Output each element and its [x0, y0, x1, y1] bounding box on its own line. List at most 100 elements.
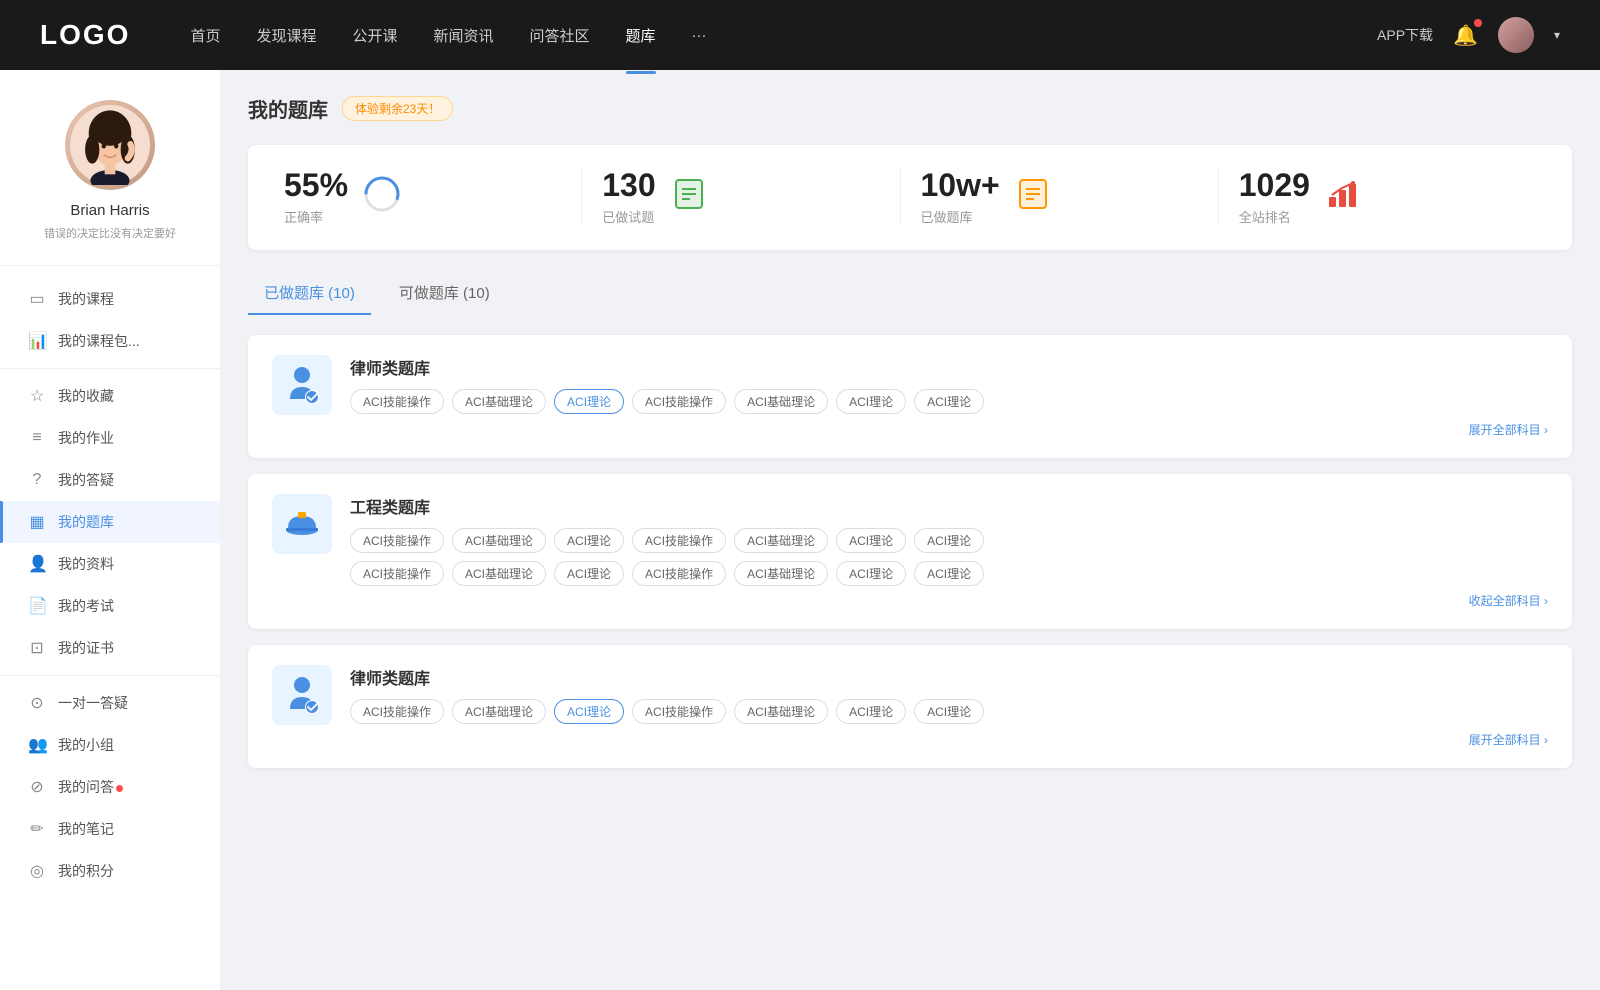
bank-info: 律师类题库 ACI技能操作 ACI基础理论 ACI理论 ACI技能操作 ACI基…	[350, 355, 1548, 414]
stat-rank-content: 1029 全站排名	[1239, 169, 1310, 226]
tag[interactable]: ACI技能操作	[632, 389, 726, 414]
tag[interactable]: ACI技能操作	[632, 561, 726, 586]
collapse-btn[interactable]: 收起全部科目 ›	[1469, 592, 1548, 609]
bank-card-header: 工程类题库 ACI技能操作 ACI基础理论 ACI理论 ACI技能操作 ACI基…	[272, 494, 1548, 586]
bank-icon: ▦	[28, 512, 46, 532]
sidebar-item-exam[interactable]: 📄 我的考试	[0, 585, 220, 627]
done-icon	[672, 177, 706, 218]
tag-active[interactable]: ACI理论	[554, 389, 624, 414]
tag[interactable]: ACI技能操作	[350, 561, 444, 586]
nav-discover[interactable]: 发现课程	[256, 21, 316, 50]
sidebar-item-tutoring[interactable]: ⊙ 一对一答疑	[0, 682, 220, 724]
sidebar-item-bank[interactable]: ▦ 我的题库	[0, 501, 220, 543]
tag[interactable]: ACI理论	[836, 561, 906, 586]
sidebar-item-label: 我的考试	[58, 596, 114, 616]
group-icon: 👥	[28, 735, 46, 755]
stat-rank: 1029 全站排名	[1219, 169, 1536, 226]
bank-card-footer: 展开全部科目 ›	[272, 731, 1548, 748]
tab-available-bank[interactable]: 可做题库 (10)	[383, 274, 506, 315]
tag[interactable]: ACI基础理论	[734, 561, 828, 586]
tag[interactable]: ACI技能操作	[350, 699, 444, 724]
page-header: 我的题库 体验剩余23天！	[248, 94, 1572, 123]
sidebar-item-label: 我的课程	[58, 289, 114, 309]
bank-card-lawyer-2: 律师类题库 ACI技能操作 ACI基础理论 ACI理论 ACI技能操作 ACI基…	[248, 645, 1572, 768]
sidebar-item-label: 我的证书	[58, 638, 114, 658]
tag[interactable]: ACI技能操作	[350, 389, 444, 414]
sidebar-item-label: 我的问答	[58, 777, 123, 797]
tag[interactable]: ACI理论	[554, 528, 624, 553]
bank-name: 律师类题库	[350, 355, 1548, 379]
expand-btn-2[interactable]: 展开全部科目 ›	[1469, 731, 1548, 748]
accuracy-icon	[364, 176, 400, 219]
tag[interactable]: ACI理论	[914, 699, 984, 724]
sidebar-item-label: 一对一答疑	[58, 693, 128, 713]
nav-bank[interactable]: 题库	[626, 21, 656, 50]
sidebar-item-questions[interactable]: ⊘ 我的问答	[0, 766, 220, 808]
notification-badge	[1474, 19, 1482, 27]
tag[interactable]: ACI基础理论	[452, 528, 546, 553]
tag[interactable]: ACI基础理论	[452, 389, 546, 414]
nav-more[interactable]: ···	[692, 23, 707, 48]
tag[interactable]: ACI理论	[836, 389, 906, 414]
tag[interactable]: ACI理论	[914, 528, 984, 553]
bank-tags-row2: ACI技能操作 ACI基础理论 ACI理论 ACI技能操作 ACI基础理论 AC…	[350, 561, 1548, 586]
sidebar-item-qa[interactable]: ? 我的答疑	[0, 459, 220, 501]
tag[interactable]: ACI技能操作	[632, 699, 726, 724]
sidebar-item-course[interactable]: ▭ 我的课程	[0, 278, 220, 320]
expand-btn[interactable]: 展开全部科目 ›	[1469, 421, 1548, 438]
sidebar-item-label: 我的题库	[58, 512, 114, 532]
tag[interactable]: ACI理论	[836, 699, 906, 724]
sidebar-item-cert[interactable]: ⊡ 我的证书	[0, 627, 220, 669]
tag[interactable]: ACI基础理论	[452, 561, 546, 586]
nav-news[interactable]: 新闻资讯	[434, 21, 494, 50]
stat-accuracy-content: 55% 正确率	[284, 169, 348, 226]
points-icon: ◎	[28, 861, 46, 881]
stat-label: 全站排名	[1239, 207, 1310, 226]
stat-done-content: 130 已做试题	[602, 169, 655, 226]
tab-done-bank[interactable]: 已做题库 (10)	[248, 274, 371, 315]
notes-icon: ✏	[28, 819, 46, 839]
tag[interactable]: ACI理论	[554, 561, 624, 586]
nav-qa[interactable]: 问答社区	[530, 21, 590, 50]
questions-icon: ⊘	[28, 777, 46, 797]
stat-done: 130 已做试题	[582, 169, 900, 226]
tag[interactable]: ACI基础理论	[452, 699, 546, 724]
bank-info: 工程类题库 ACI技能操作 ACI基础理论 ACI理论 ACI技能操作 ACI基…	[350, 494, 1548, 586]
stat-accuracy: 55% 正确率	[284, 169, 582, 226]
avatar[interactable]	[1498, 17, 1534, 53]
sidebar-item-course-pkg[interactable]: 📊 我的课程包...	[0, 320, 220, 362]
sidebar-item-homework[interactable]: ≡ 我的作业	[0, 417, 220, 459]
tag[interactable]: ACI基础理论	[734, 699, 828, 724]
sidebar-item-favorites[interactable]: ☆ 我的收藏	[0, 375, 220, 417]
stat-value: 55%	[284, 169, 348, 201]
tag[interactable]: ACI基础理论	[734, 528, 828, 553]
tag[interactable]: ACI理论	[836, 528, 906, 553]
tag[interactable]: ACI理论	[914, 389, 984, 414]
tag[interactable]: ACI技能操作	[350, 528, 444, 553]
sidebar-item-label: 我的小组	[58, 735, 114, 755]
bank-info: 律师类题库 ACI技能操作 ACI基础理论 ACI理论 ACI技能操作 ACI基…	[350, 665, 1548, 724]
stat-bank-done-content: 10w+ 已做题库	[921, 169, 1000, 226]
tag[interactable]: ACI理论	[914, 561, 984, 586]
sidebar-item-group[interactable]: 👥 我的小组	[0, 724, 220, 766]
app-download-btn[interactable]: APP下载	[1377, 25, 1433, 45]
bank-tags: ACI技能操作 ACI基础理论 ACI理论 ACI技能操作 ACI基础理论 AC…	[350, 699, 1548, 724]
nav-open[interactable]: 公开课	[352, 21, 397, 50]
nav-home[interactable]: 首页	[190, 21, 220, 50]
stat-label: 已做题库	[921, 207, 1000, 226]
sidebar-item-notes[interactable]: ✏ 我的笔记	[0, 808, 220, 850]
trial-badge[interactable]: 体验剩余23天！	[342, 96, 453, 121]
navbar-right: APP下载 🔔 ▾	[1377, 17, 1560, 53]
tag[interactable]: ACI基础理论	[734, 389, 828, 414]
qa-icon: ?	[28, 471, 46, 489]
profile-icon: 👤	[28, 554, 46, 574]
bank-icon-lawyer2	[272, 665, 332, 725]
sidebar-item-profile[interactable]: 👤 我的资料	[0, 543, 220, 585]
logo[interactable]: LOGO	[40, 19, 130, 51]
tag-active[interactable]: ACI理论	[554, 699, 624, 724]
tag[interactable]: ACI技能操作	[632, 528, 726, 553]
chevron-down-icon[interactable]: ▾	[1554, 28, 1560, 42]
notification-bell[interactable]: 🔔	[1453, 23, 1478, 48]
bank-card-footer: 收起全部科目 ›	[272, 592, 1548, 609]
sidebar-item-points[interactable]: ◎ 我的积分	[0, 850, 220, 892]
